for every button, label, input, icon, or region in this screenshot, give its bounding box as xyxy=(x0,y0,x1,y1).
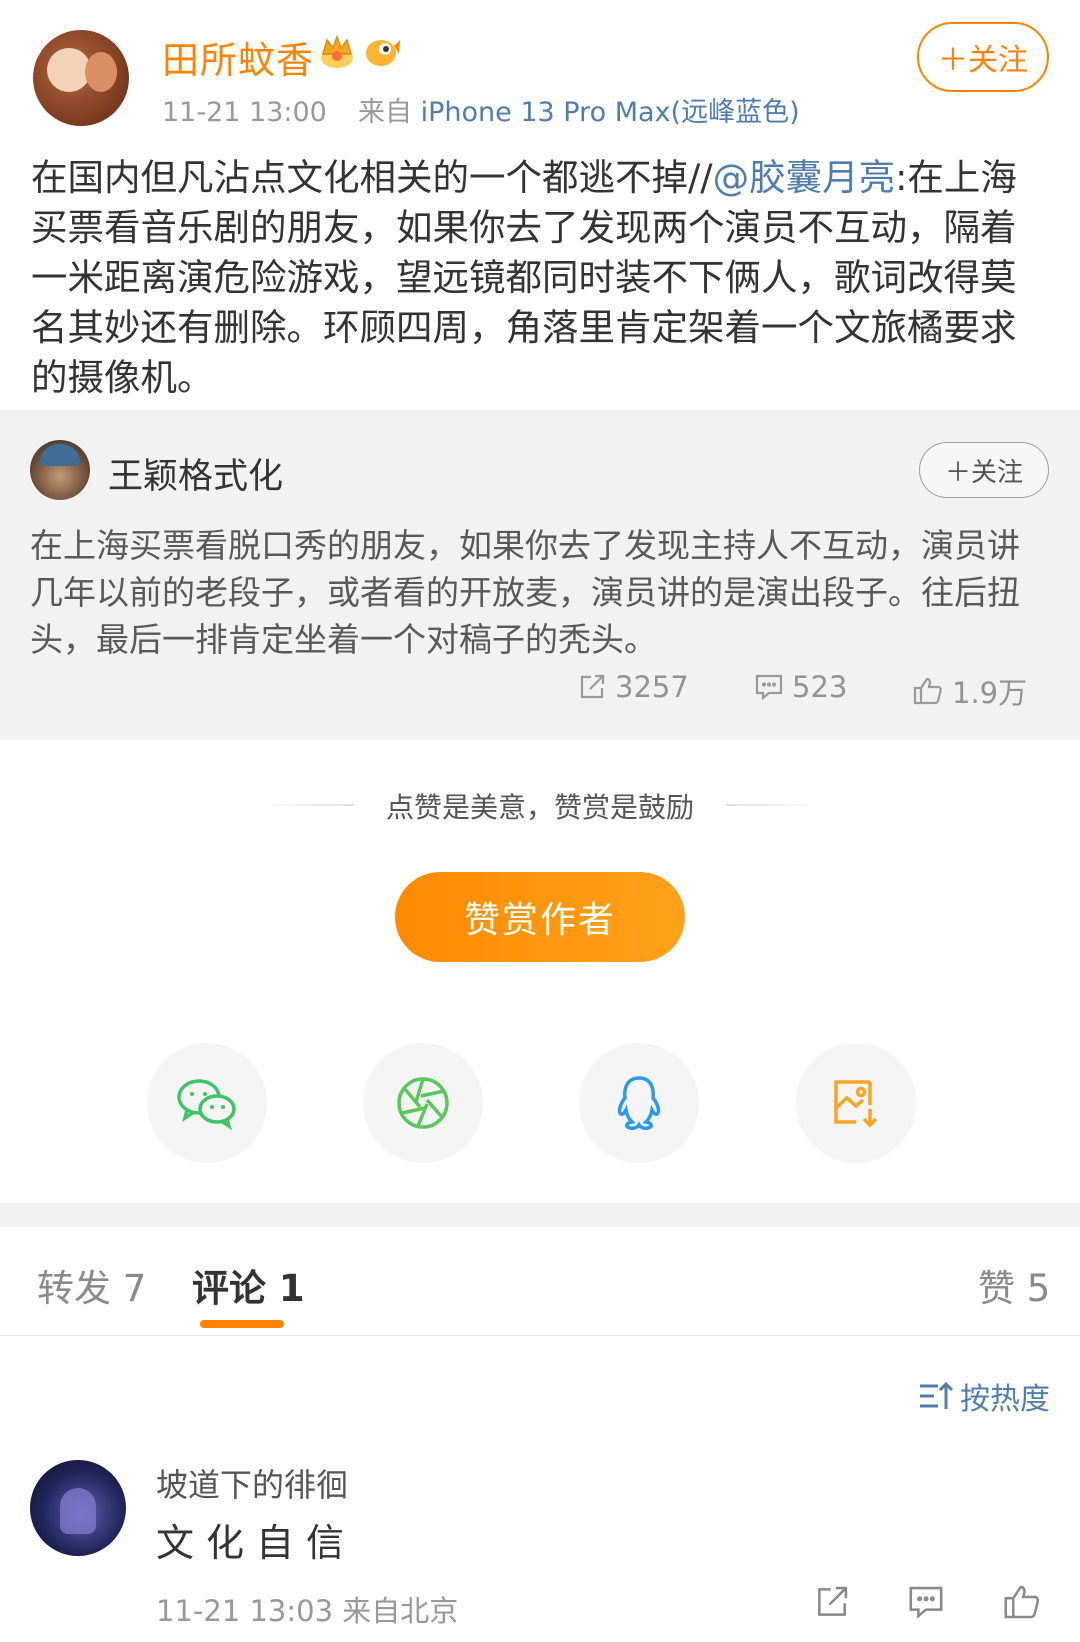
comment-time: 11-21 13:03 xyxy=(156,1594,334,1628)
repost-icon xyxy=(580,674,605,699)
tab-comment[interactable]: 评论 1 xyxy=(192,1258,305,1312)
post-source[interactable]: iPhone 13 Pro Max(远峰蓝色) xyxy=(421,97,800,128)
author-avatar[interactable] xyxy=(33,30,129,126)
follow-button[interactable]: ＋关注 xyxy=(917,22,1049,92)
comment-author-avatar[interactable] xyxy=(30,1460,126,1556)
retweet-text: 在上海买票看脱口秀的朋友，如果你去了发现主持人不互动，演员讲几年以前的老段子，或… xyxy=(30,526,1020,659)
retweet-stats: 3257 523 1.9万 xyxy=(0,670,1080,720)
qq-icon xyxy=(617,1076,661,1130)
post-source-prefix: 来自 xyxy=(358,97,413,128)
retweet-comment-count[interactable]: 523 xyxy=(754,670,847,704)
active-tab-indicator xyxy=(200,1320,284,1328)
save-image-icon xyxy=(834,1080,878,1128)
comment-like-icon[interactable] xyxy=(1002,1583,1042,1621)
moments-icon xyxy=(397,1077,449,1129)
tabs-divider xyxy=(0,1335,1080,1336)
tab-like[interactable]: 赞 5 xyxy=(978,1258,1050,1312)
author-name[interactable]: 田所蚊香 xyxy=(162,30,314,84)
reward-author-button[interactable]: 赞赏作者 xyxy=(395,872,685,962)
share-wechat-button[interactable] xyxy=(147,1043,267,1163)
retweet-author-avatar[interactable] xyxy=(30,440,90,500)
retweet-author-name[interactable]: 王颖格式化 xyxy=(108,448,283,499)
reward-tagline: 点赞是美意，赞赏是鼓励 xyxy=(385,791,694,824)
section-divider xyxy=(0,1203,1080,1227)
retweet-repost-count[interactable]: 3257 xyxy=(577,670,689,704)
wechat-icon xyxy=(177,1079,236,1131)
comment-meta: 11-21 13:03 来自北京 xyxy=(156,1588,458,1630)
sort-icon xyxy=(920,1381,954,1409)
sort-by-hot-button[interactable]: 按热度 xyxy=(918,1374,1050,1418)
comment-share-icon[interactable] xyxy=(813,1583,851,1621)
crown-badge-icon xyxy=(321,34,353,68)
mention-link[interactable]: @胶囊月亮 xyxy=(713,156,896,199)
post-meta: 11-21 13:00 来自 iPhone 13 Pro Max(远峰蓝色) xyxy=(162,90,800,129)
share-moments-button[interactable] xyxy=(363,1043,483,1163)
comment-location: 来自北京 xyxy=(342,1594,459,1628)
retweet-follow-button[interactable]: ＋关注 xyxy=(919,442,1049,498)
reward-divider-right xyxy=(726,804,822,806)
retweet-card[interactable]: 王颖格式化 ＋关注 在上海买票看脱口秀的朋友，如果你去了发现主持人不互动，演员讲… xyxy=(0,410,1080,740)
comment-text: 文化自信 xyxy=(156,1521,357,1565)
retweet-like-count[interactable]: 1.9万 xyxy=(912,670,1027,712)
tab-repost[interactable]: 转发 7 xyxy=(37,1258,146,1312)
fish-badge-icon xyxy=(366,40,400,66)
post-text: 在国内但凡沾点文化相关的一个都逃不掉//@胶囊月亮:在上海买票看音乐剧的朋友，如… xyxy=(31,156,1017,399)
comment-icon xyxy=(755,674,783,701)
comment-author-name[interactable]: 坡道下的徘徊 xyxy=(156,1460,348,1506)
thumbs-up-icon xyxy=(913,677,942,705)
comment-reply-icon[interactable] xyxy=(907,1583,945,1621)
post-time: 11-21 13:00 xyxy=(162,97,327,128)
share-save-image-button[interactable] xyxy=(796,1043,916,1163)
share-qq-button[interactable] xyxy=(579,1043,699,1163)
